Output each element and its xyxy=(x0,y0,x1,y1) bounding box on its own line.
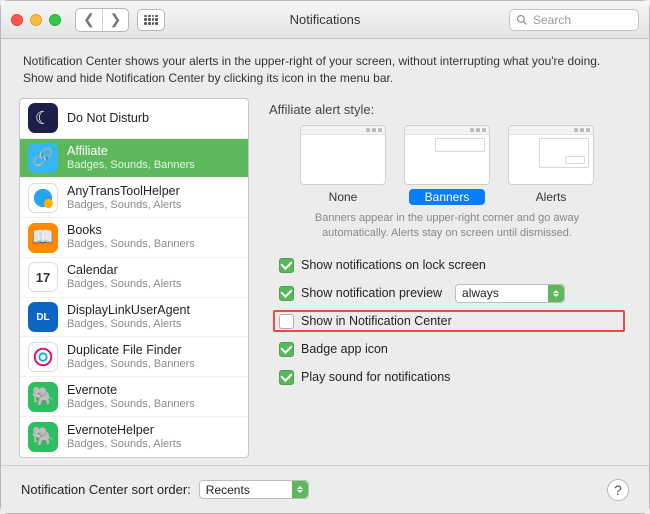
sidebar-item-books[interactable]: 📖 Books Badges, Sounds, Banners xyxy=(20,218,248,258)
titlebar: ❮ ❯ Notifications Search xyxy=(1,1,649,39)
alert-style-banners[interactable]: Banners xyxy=(404,125,490,205)
check-sound[interactable]: Play sound for notifications xyxy=(279,366,625,388)
displaylink-icon: DL xyxy=(28,302,58,332)
main-area: ☾ Do Not Disturb 🔗 Affiliate Badges, Sou… xyxy=(1,98,649,458)
window-controls xyxy=(11,14,61,26)
moon-icon: ☾ xyxy=(28,103,58,133)
preview-alerts xyxy=(508,125,594,185)
evernote-icon: 🐘 xyxy=(28,422,58,452)
search-icon xyxy=(516,14,528,26)
alert-style-group: None Banners Alerts xyxy=(269,125,625,205)
style-label: Alerts xyxy=(520,189,583,205)
preview-frequency-select[interactable]: always xyxy=(455,284,565,303)
check-label: Show notifications on lock screen xyxy=(301,258,486,272)
app-sub: Badges, Sounds, Banners xyxy=(67,398,195,411)
check-lock-screen[interactable]: Show notifications on lock screen xyxy=(279,254,625,276)
check-label: Play sound for notifications xyxy=(301,370,450,384)
search-placeholder: Search xyxy=(533,13,571,27)
app-sub: Badges, Sounds, Banners xyxy=(67,238,195,251)
sidebar-item-anytrans[interactable]: AnyTransToolHelper Badges, Sounds, Alert… xyxy=(20,178,248,218)
app-name: Do Not Disturb xyxy=(67,111,149,126)
stepper-arrows-icon xyxy=(548,285,564,302)
alert-style-alerts[interactable]: Alerts xyxy=(508,125,594,205)
checkbox-icon xyxy=(279,370,294,385)
app-name: Calendar xyxy=(67,263,181,278)
calendar-icon: 17 xyxy=(28,262,58,292)
check-preview[interactable]: Show notification preview always xyxy=(279,282,625,304)
checkbox-icon xyxy=(279,314,294,329)
minimize-window-button[interactable] xyxy=(30,14,42,26)
help-button[interactable]: ? xyxy=(607,479,629,501)
help-icon: ? xyxy=(614,482,622,498)
sidebar-item-duplicate-finder[interactable]: Duplicate File Finder Badges, Sounds, Ba… xyxy=(20,337,248,377)
checkbox-icon xyxy=(279,258,294,273)
app-name: Evernote xyxy=(67,383,195,398)
check-in-notification-center[interactable]: Show in Notification Center xyxy=(273,310,625,332)
check-badge[interactable]: Badge app icon xyxy=(279,338,625,360)
app-name: Books xyxy=(67,223,195,238)
checkbox-icon xyxy=(279,286,294,301)
app-sub: Badges, Sounds, Alerts xyxy=(67,199,181,212)
app-sub: Badges, Sounds, Banners xyxy=(67,358,195,371)
check-label: Badge app icon xyxy=(301,342,388,356)
style-label: None xyxy=(313,189,374,205)
app-name: EvernoteHelper xyxy=(67,423,181,438)
app-name: Duplicate File Finder xyxy=(67,343,195,358)
app-sub: Badges, Sounds, Alerts xyxy=(67,438,181,451)
sidebar-item-evernote-helper[interactable]: 🐘 EvernoteHelper Badges, Sounds, Alerts xyxy=(20,417,248,457)
sidebar-item-affiliate[interactable]: 🔗 Affiliate Badges, Sounds, Banners xyxy=(20,139,248,179)
settings-panel: Affiliate alert style: None Banners xyxy=(265,98,631,458)
duplicate-finder-icon xyxy=(28,342,58,372)
search-input[interactable]: Search xyxy=(509,9,639,31)
footer: Notification Center sort order: Recents … xyxy=(1,465,649,513)
evernote-icon: 🐘 xyxy=(28,382,58,412)
app-list[interactable]: ☾ Do Not Disturb 🔗 Affiliate Badges, Sou… xyxy=(19,98,249,458)
sidebar-item-displaylink[interactable]: DL DisplayLinkUserAgent Badges, Sounds, … xyxy=(20,298,248,338)
alert-style-hint: Banners appear in the upper-right corner… xyxy=(287,211,607,241)
app-name: AnyTransToolHelper xyxy=(67,184,181,199)
sort-order-label: Notification Center sort order: xyxy=(21,482,191,497)
check-label: Show notification preview xyxy=(301,286,442,300)
sidebar-item-evernote[interactable]: 🐘 Evernote Badges, Sounds, Banners xyxy=(20,377,248,417)
close-window-button[interactable] xyxy=(11,14,23,26)
checkbox-icon xyxy=(279,342,294,357)
back-button[interactable]: ❮ xyxy=(76,9,102,31)
alert-style-title: Affiliate alert style: xyxy=(269,102,625,117)
stepper-arrows-icon xyxy=(292,481,308,498)
check-label: Show in Notification Center xyxy=(301,314,452,328)
app-sub: Badges, Sounds, Banners xyxy=(67,159,195,172)
app-sub: Badges, Sounds, Alerts xyxy=(67,318,190,331)
zoom-window-button[interactable] xyxy=(49,14,61,26)
link-icon: 🔗 xyxy=(28,143,58,173)
grid-icon xyxy=(144,15,158,25)
sidebar-item-calendar[interactable]: 17 Calendar Badges, Sounds, Alerts xyxy=(20,258,248,298)
preview-none xyxy=(300,125,386,185)
intro-text: Notification Center shows your alerts in… xyxy=(1,39,649,98)
books-icon: 📖 xyxy=(28,223,58,253)
checkbox-group: Show notifications on lock screen Show n… xyxy=(269,254,625,388)
anytrans-icon xyxy=(28,183,58,213)
alert-style-none[interactable]: None xyxy=(300,125,386,205)
nav-buttons: ❮ ❯ xyxy=(75,8,129,32)
app-name: Affiliate xyxy=(67,144,195,159)
preview-banners xyxy=(404,125,490,185)
style-label: Banners xyxy=(409,189,486,205)
sidebar-item-do-not-disturb[interactable]: ☾ Do Not Disturb xyxy=(20,99,248,139)
forward-button[interactable]: ❯ xyxy=(102,9,128,31)
show-all-button[interactable] xyxy=(137,9,165,31)
app-sub: Badges, Sounds, Alerts xyxy=(67,278,181,291)
sort-order-select[interactable]: Recents xyxy=(199,480,309,499)
app-name: DisplayLinkUserAgent xyxy=(67,303,190,318)
